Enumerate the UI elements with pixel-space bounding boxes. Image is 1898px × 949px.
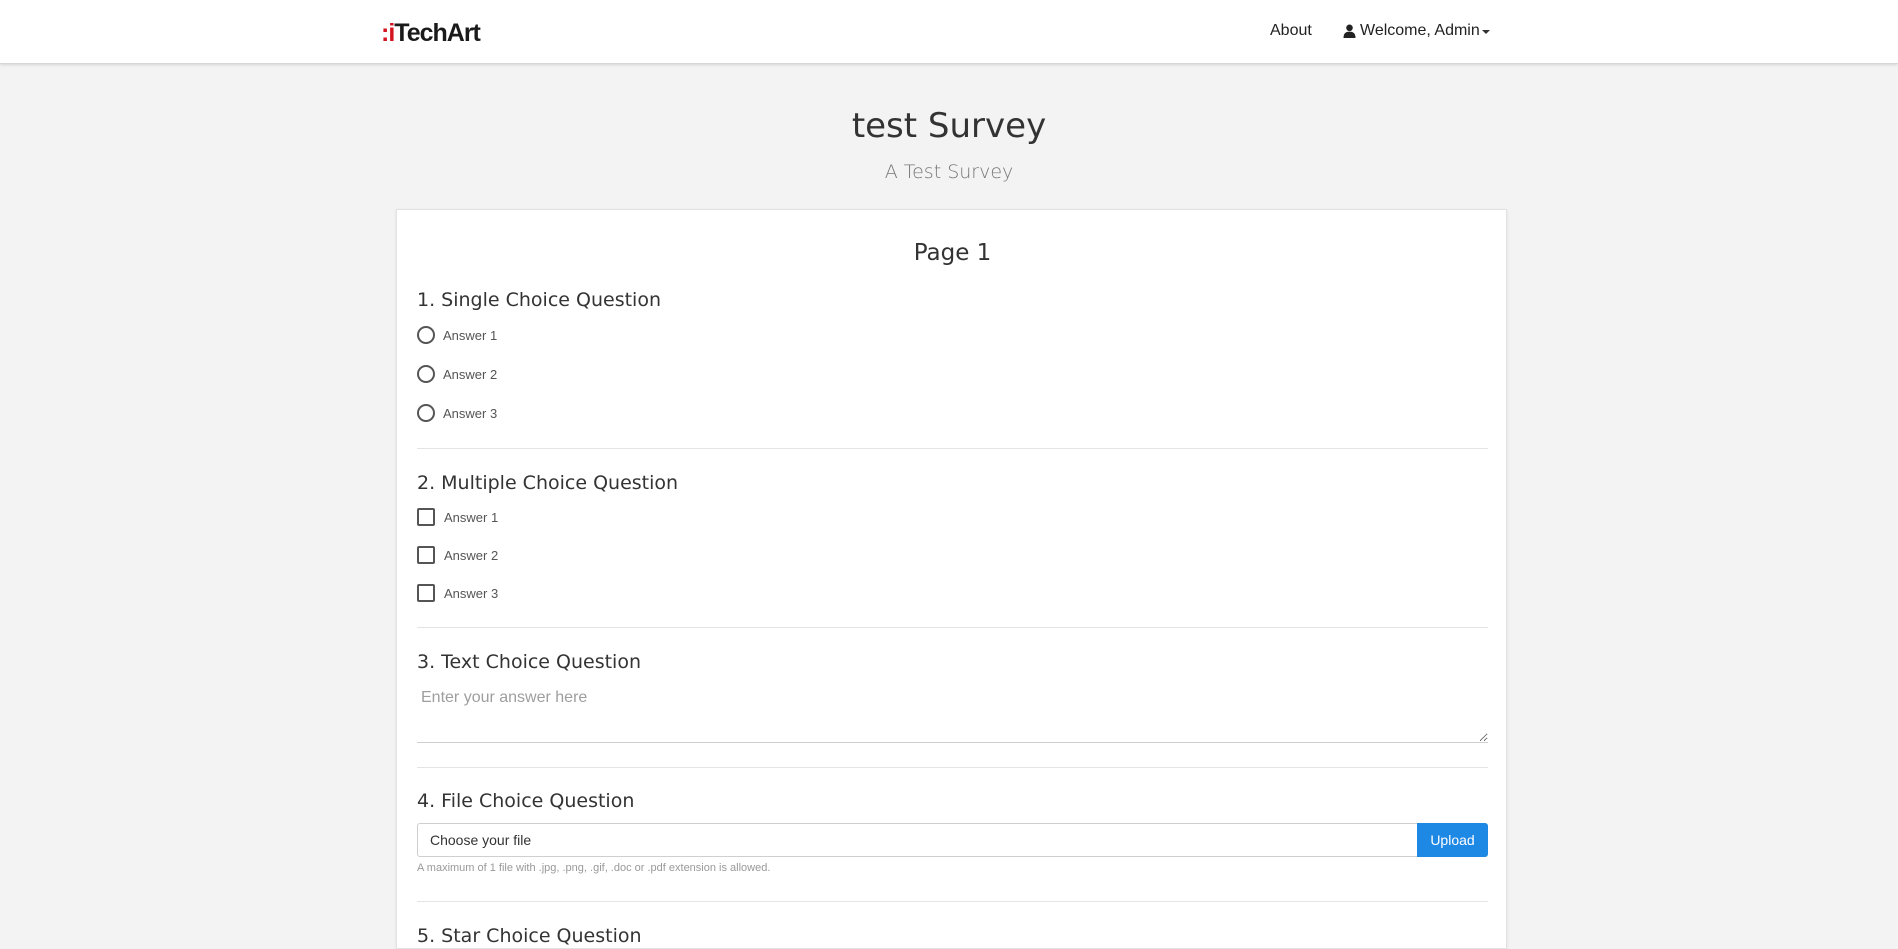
radio-button[interactable] [417,404,435,422]
survey-subtitle: A Test Survey [884,161,1014,183]
radio-button[interactable] [417,326,435,344]
option-label: Answer 1 [443,327,498,343]
itechart-logo[interactable]: :iTechArt [381,19,481,47]
question-2-option-2[interactable]: Answer 2 [417,546,498,564]
question-divider [417,901,1488,902]
question-2-option-1[interactable]: Answer 1 [417,508,498,526]
question-4-title: 4. File Choice Question [417,790,635,812]
question-divider [417,767,1488,768]
question-1-option-3[interactable]: Answer 3 [417,404,497,422]
logo-text: TechArt [394,19,481,47]
user-icon [1343,24,1356,38]
upload-button[interactable]: Upload [1417,823,1488,857]
question-2-title: 2. Multiple Choice Question [417,472,679,494]
file-upload-hint: A maximum of 1 file with .jpg, .png, .gi… [417,862,771,874]
option-label: Answer 2 [444,547,499,563]
page-title: Page 1 [913,240,992,266]
user-menu-label: Welcome, Admin [1360,22,1480,39]
question-2-option-3[interactable]: Answer 3 [417,584,498,602]
survey-title: test Survey [851,106,1047,146]
question-divider [417,448,1488,449]
survey-form-card: Page 1 1. Single Choice Question Answer … [396,209,1507,949]
checkbox[interactable] [417,546,435,564]
question-1-option-1[interactable]: Answer 1 [417,326,497,344]
question-divider [417,627,1488,628]
radio-button[interactable] [417,365,435,383]
caret-down-icon [1481,30,1490,34]
option-label: Answer 2 [443,366,498,382]
checkbox[interactable] [417,508,435,526]
logo-prefix: :i [381,19,395,47]
option-label: Answer 3 [443,405,498,421]
user-menu-dropdown[interactable]: Welcome, Admin [1343,22,1490,40]
option-label: Answer 3 [444,585,499,601]
question-5-title: 5. Star Choice Question [417,925,642,947]
nav-about-link[interactable]: About [1270,22,1312,40]
top-navbar: :iTechArt About Welcome, Admin [0,0,1898,64]
file-chooser-input[interactable]: Choose your file [417,823,1418,857]
question-3-title: 3. Text Choice Question [417,651,642,673]
option-label: Answer 1 [444,509,499,525]
checkbox[interactable] [417,584,435,602]
text-answer-field[interactable] [417,681,1488,743]
question-1-option-2[interactable]: Answer 2 [417,365,497,383]
question-1-title: 1. Single Choice Question [417,289,661,311]
